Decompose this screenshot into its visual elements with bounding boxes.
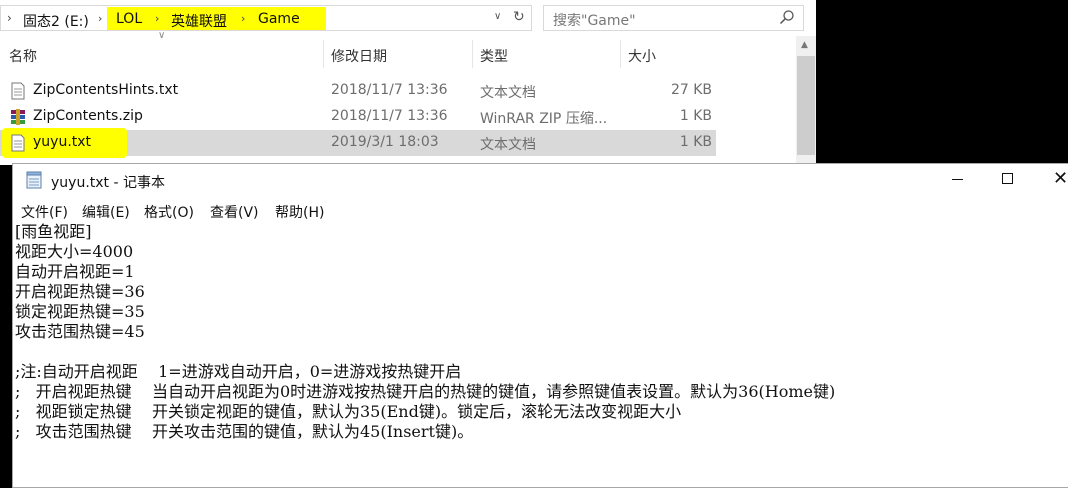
file-name: ZipContents.zip <box>33 108 143 124</box>
column-date[interactable]: 修改日期 <box>331 46 387 66</box>
scrollbar-thumb[interactable] <box>797 56 815 155</box>
file-name: yuyu.txt <box>33 134 92 150</box>
chevron-right-icon[interactable]: › <box>241 12 245 25</box>
search-input[interactable]: 搜索"Game" <box>543 5 804 31</box>
text-line: 锁定视距热键=35 <box>15 302 145 321</box>
chevron-right-icon[interactable]: › <box>7 11 12 25</box>
chevron-right-icon[interactable]: › <box>98 12 102 25</box>
column-divider[interactable] <box>472 40 473 68</box>
column-divider[interactable] <box>620 40 621 68</box>
close-icon[interactable]: ✕ <box>1053 168 1068 189</box>
text-line: ;注:自动开启视距 1=进游戏自动开启，0=进游戏按热键开启 <box>15 362 462 381</box>
file-row[interactable]: ZipContentsHints.txt 2018/11/7 13:36 文本文… <box>0 78 716 104</box>
vertical-scrollbar[interactable]: ▲ <box>796 36 816 165</box>
file-size: 1 KB <box>679 108 712 124</box>
menu-file[interactable]: 文件(F) <box>21 202 68 222</box>
text-line: 攻击范围热键=45 <box>15 322 145 341</box>
refresh-icon[interactable]: ↻ <box>513 9 525 25</box>
file-size: 1 KB <box>679 134 712 150</box>
maximize-button[interactable] <box>992 166 1022 192</box>
notepad-window: yuyu.txt - 记事本 ✕ 文件(F) 编辑(E) 格式(O) 查看(V)… <box>12 163 1068 488</box>
file-date: 2018/11/7 13:36 <box>331 82 448 98</box>
breadcrumb-game[interactable]: Game <box>258 11 300 27</box>
text-line: [雨鱼视距] <box>15 222 92 241</box>
column-type[interactable]: 类型 <box>480 46 508 66</box>
file-row[interactable]: ZipContents.zip 2018/11/7 13:36 WinRAR Z… <box>0 104 716 130</box>
search-placeholder: 搜索"Game" <box>553 13 636 29</box>
chevron-right-icon[interactable]: › <box>155 12 159 25</box>
column-name[interactable]: 名称 <box>9 46 37 66</box>
menu-view[interactable]: 查看(V) <box>210 202 259 222</box>
breadcrumb-league[interactable]: 英雄联盟 <box>171 11 227 31</box>
text-line: ; 攻击范围热键 开关攻击范围的键值，默认为45(Insert键)。 <box>15 422 474 441</box>
file-size: 27 KB <box>670 82 712 98</box>
column-size[interactable]: 大小 <box>628 46 656 66</box>
text-file-icon <box>11 82 25 100</box>
file-type: 文本文档 <box>480 85 536 101</box>
text-editor[interactable]: [雨鱼视距] 视距大小=4000 自动开启视距=1 开启视距热键=36 锁定视距… <box>15 222 1065 484</box>
notepad-icon[interactable] <box>25 171 43 189</box>
text-line: 视距大小=4000 <box>15 242 134 261</box>
menu-help[interactable]: 帮助(H) <box>275 202 324 222</box>
breadcrumb-drive[interactable]: 固态2 (E:) <box>23 11 89 31</box>
address-row: › 固态2 (E:) › LOL › 英雄联盟 › Game ∨ ↻ 搜索"Ga… <box>0 0 816 36</box>
text-line: 自动开启视距=1 <box>15 262 135 281</box>
search-icon[interactable] <box>779 9 795 25</box>
text-line: ; 开启视距热键 当自动开启视距为0时进游戏按热键开启的热键的键值，请参照键值表… <box>15 382 836 401</box>
minimize-button[interactable] <box>943 166 973 192</box>
file-row-selected[interactable]: yuyu.txt 2019/3/1 18:03 文本文档 1 KB <box>0 128 716 158</box>
winrar-archive-icon <box>11 109 25 125</box>
file-date: 2018/11/7 13:36 <box>331 108 448 124</box>
column-header: 名称 修改日期 类型 大小 <box>0 40 796 68</box>
file-explorer-window: › 固态2 (E:) › LOL › 英雄联盟 › Game ∨ ↻ 搜索"Ga… <box>0 0 816 165</box>
text-file-icon <box>11 134 25 152</box>
window-title: yuyu.txt - 记事本 <box>51 175 165 191</box>
column-divider[interactable] <box>323 40 324 68</box>
file-date: 2019/3/1 18:03 <box>331 134 439 150</box>
file-type: WinRAR ZIP 压缩... <box>480 111 608 127</box>
text-line: 开启视距热键=36 <box>15 282 145 301</box>
text-line: ; 视距锁定热键 开关锁定视距的键值，默认为35(End键)。锁定后，滚轮无法改… <box>15 402 682 421</box>
menu-format[interactable]: 格式(O) <box>144 202 194 222</box>
menu-bar: 文件(F) 编辑(E) 格式(O) 查看(V) 帮助(H) <box>13 200 1068 222</box>
scroll-up-icon[interactable]: ▲ <box>801 40 808 50</box>
menu-edit[interactable]: 编辑(E) <box>82 202 130 222</box>
file-name: ZipContentsHints.txt <box>33 82 179 98</box>
address-bar[interactable]: › 固态2 (E:) › LOL › 英雄联盟 › Game ∨ ↻ <box>0 5 532 31</box>
breadcrumb-lol[interactable]: LOL <box>116 11 142 27</box>
file-type: 文本文档 <box>480 137 536 153</box>
chevron-down-icon[interactable]: ∨ <box>494 11 501 22</box>
